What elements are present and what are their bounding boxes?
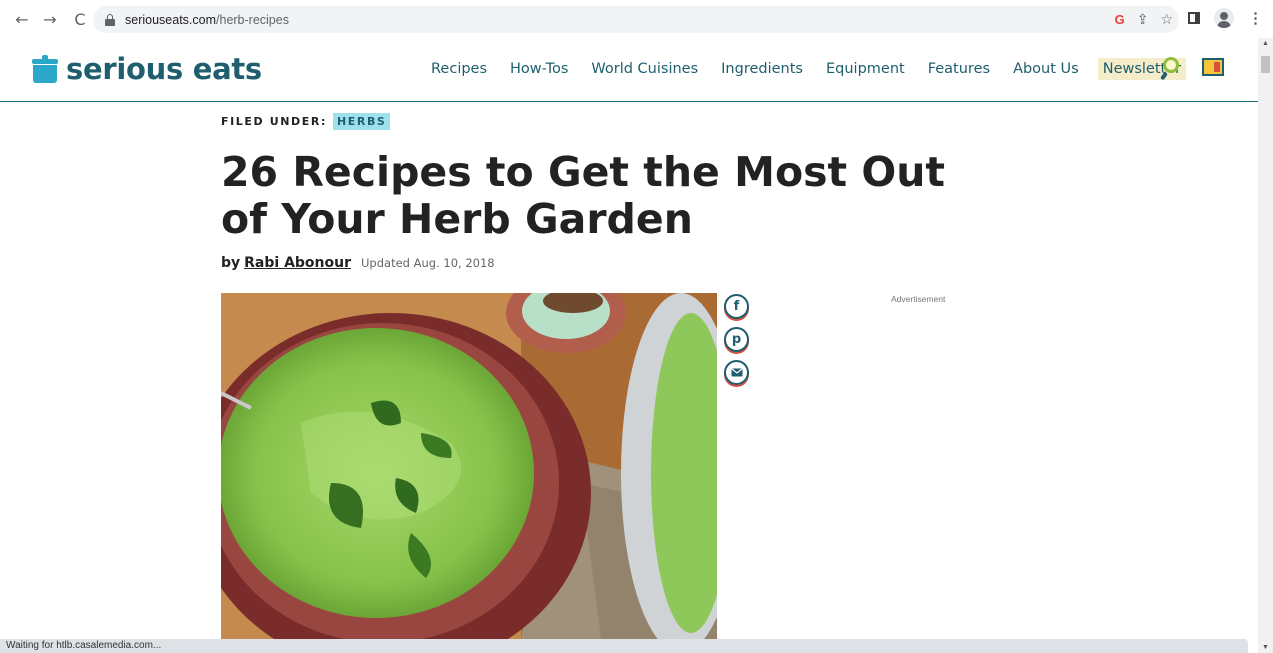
share-icon[interactable]: ⇪	[1137, 12, 1149, 28]
category-tag-herbs[interactable]: HERBS	[332, 113, 391, 130]
browser-menu-icon[interactable]: ⋮	[1248, 11, 1263, 26]
nav-how-tos[interactable]: How-Tos	[510, 61, 568, 77]
facebook-share-button[interactable]: f	[724, 294, 749, 319]
status-bar: Waiting for htlb.casalemedia.com...	[0, 639, 1248, 653]
hero-image	[221, 293, 717, 639]
menu-icon[interactable]	[1202, 58, 1224, 76]
lock-icon[interactable]	[105, 13, 115, 26]
url-domain: seriouseats.com	[125, 12, 217, 27]
author-link[interactable]: Rabi Abonour	[244, 255, 351, 271]
byline: by Rabi Abonour Updated Aug. 10, 2018	[221, 255, 495, 271]
pot-logo-icon	[31, 55, 59, 83]
bookmark-star-icon[interactable]: ☆	[1160, 12, 1173, 28]
scroll-up-arrow-icon[interactable]: ▲	[1262, 40, 1269, 47]
email-share-button[interactable]	[724, 360, 749, 385]
scrollbar-thumb[interactable]	[1261, 56, 1270, 73]
envelope-icon	[731, 368, 742, 377]
scroll-down-arrow-icon[interactable]: ▼	[1262, 644, 1269, 651]
nav-equipment[interactable]: Equipment	[826, 61, 905, 77]
address-bar[interactable]: seriouseats.com/herb-recipes G ⇪ ☆	[93, 6, 1179, 33]
back-arrow-icon[interactable]: ←	[10, 7, 34, 31]
url-text[interactable]: seriouseats.com/herb-recipes	[125, 13, 289, 27]
search-icon[interactable]	[1160, 57, 1182, 81]
site-header: serious eats Recipes How-Tos World Cuisi…	[0, 38, 1258, 102]
main-nav: Recipes How-Tos World Cuisines Ingredien…	[431, 58, 1187, 80]
filed-under-label: FILED UNDER:	[221, 115, 327, 128]
pinterest-share-button[interactable]: p	[724, 327, 749, 352]
filed-under: FILED UNDER: HERBS	[221, 113, 391, 130]
google-translate-icon[interactable]: G	[1115, 12, 1125, 27]
url-path: /herb-recipes	[216, 12, 289, 27]
profile-avatar-icon[interactable]	[1214, 8, 1234, 28]
logo-text: serious eats	[66, 52, 262, 86]
forward-arrow-icon[interactable]: →	[38, 7, 62, 31]
share-buttons: f p	[724, 294, 749, 393]
nav-about-us[interactable]: About Us	[1013, 61, 1079, 77]
nav-recipes[interactable]: Recipes	[431, 61, 487, 77]
nav-ingredients[interactable]: Ingredients	[721, 61, 803, 77]
side-panel-icon[interactable]	[1188, 12, 1200, 24]
site-logo[interactable]: serious eats	[31, 52, 262, 86]
reload-icon[interactable]: C	[68, 7, 92, 31]
page-scrollbar[interactable]: ▲ ▼	[1258, 38, 1273, 653]
advertisement-label: Advertisement	[891, 294, 946, 304]
browser-toolbar: ← → C seriouseats.com/herb-recipes G ⇪ ☆…	[0, 0, 1273, 38]
byline-prefix: by	[221, 255, 241, 271]
article-title: 26 Recipes to Get the Most Out of Your H…	[221, 148, 946, 243]
nav-world-cuisines[interactable]: World Cuisines	[591, 61, 698, 77]
nav-features[interactable]: Features	[928, 61, 990, 77]
updated-date: Updated Aug. 10, 2018	[361, 256, 495, 270]
